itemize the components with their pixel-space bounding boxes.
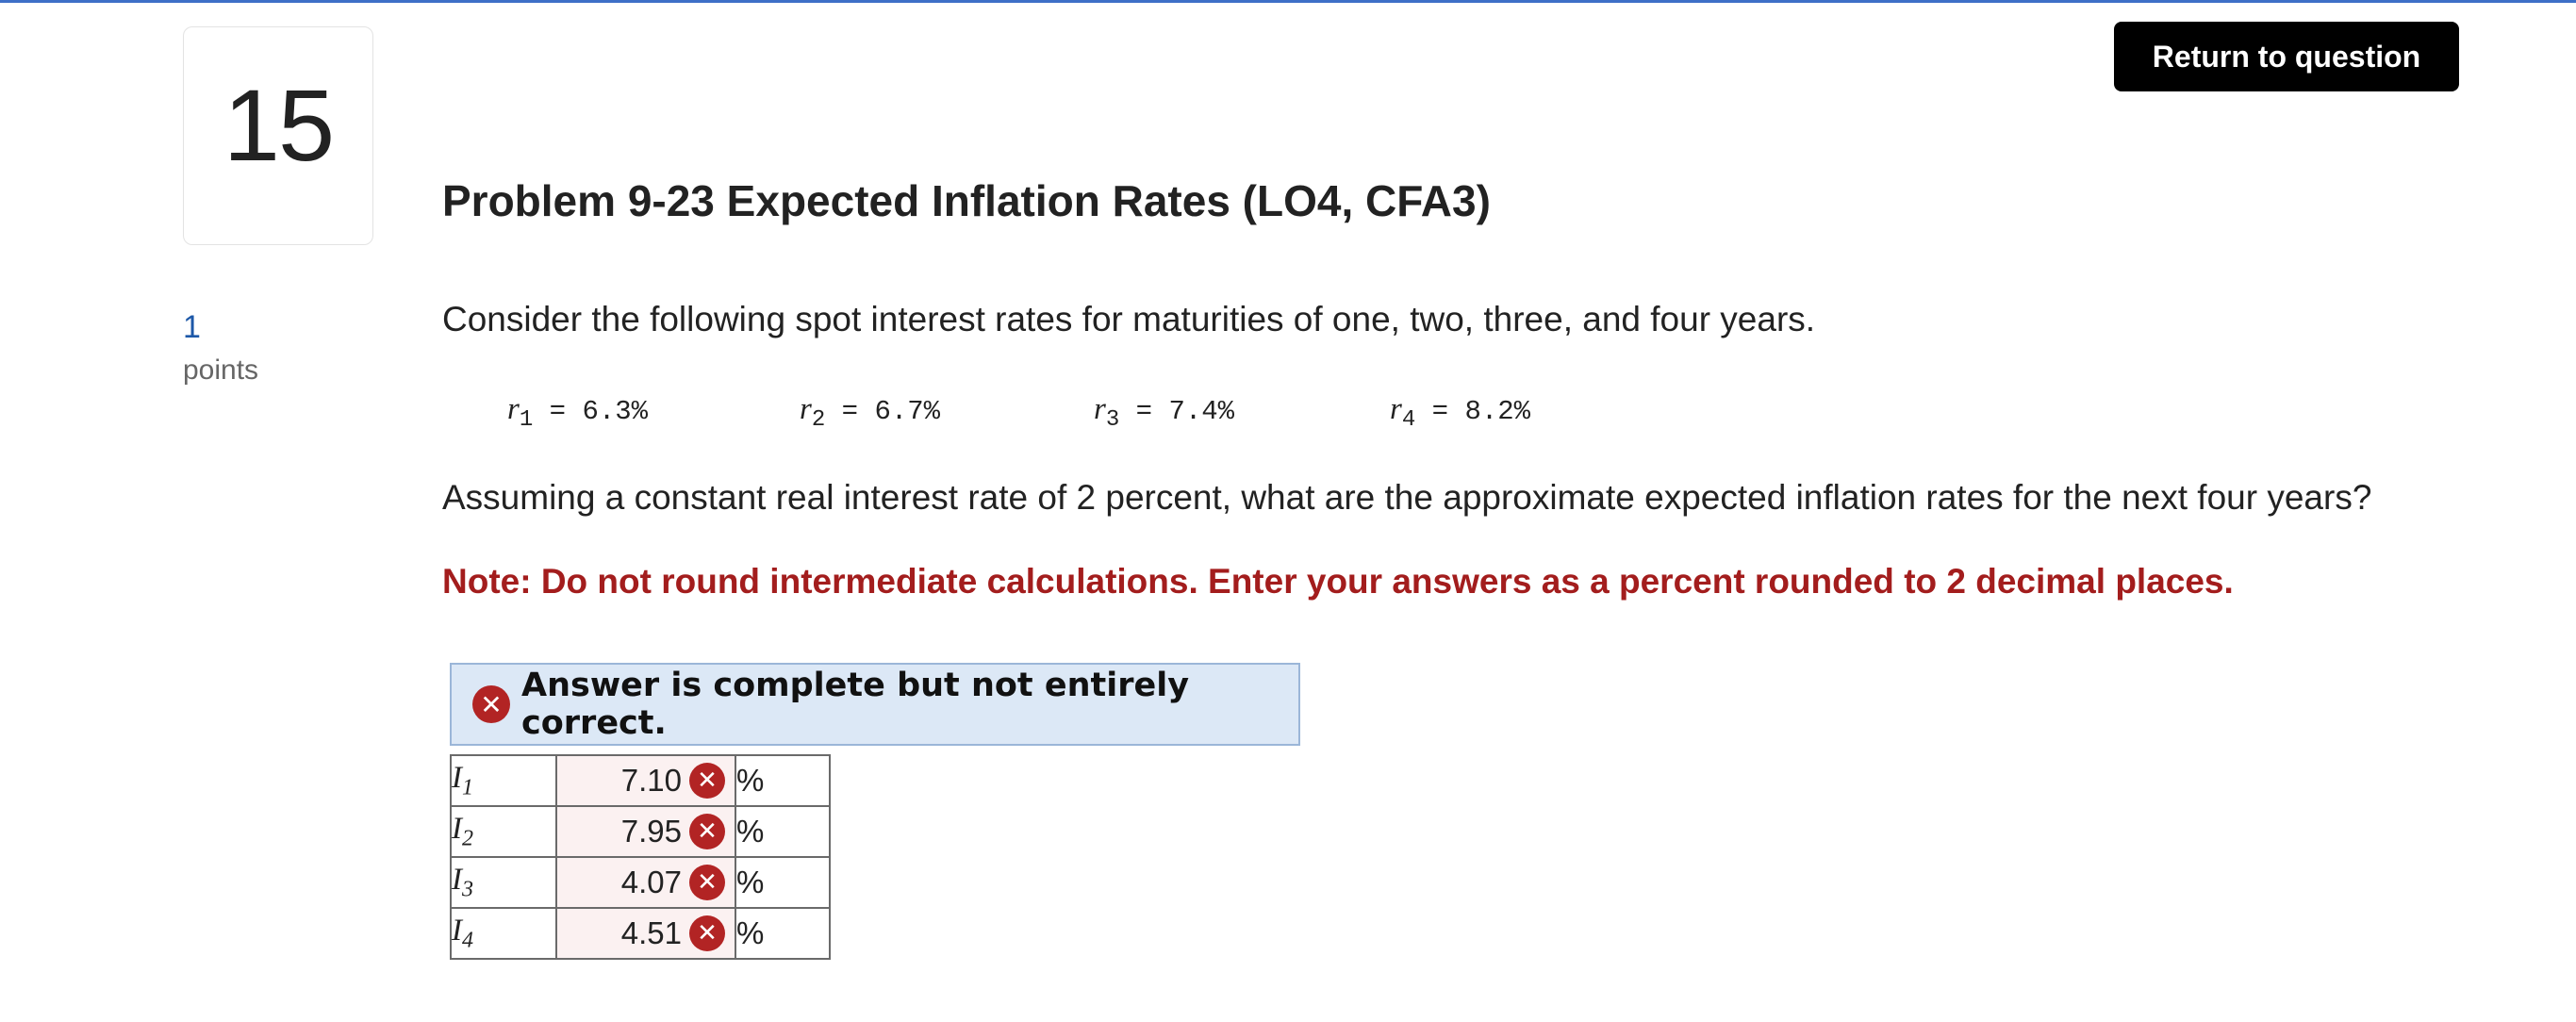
answer-label: I3 <box>450 856 557 909</box>
answer-label: I4 <box>450 907 557 960</box>
answer-label-letter: I <box>452 760 462 795</box>
answer-label-letter: I <box>452 913 462 948</box>
top-accent-rule <box>0 0 2576 3</box>
answer-label-subscript: 4 <box>462 928 473 953</box>
answer-label-subscript: 1 <box>462 775 473 800</box>
incorrect-x-icon: ✕ <box>689 763 725 799</box>
rate-subscript: 3 <box>1105 406 1120 433</box>
rate-value: = 7.4% <box>1119 396 1235 427</box>
answer-value: 7.95 <box>620 814 682 849</box>
answer-input-i3[interactable]: 4.07 ✕ <box>555 856 736 909</box>
rate-r3: r3 = 7.4% <box>1094 392 1234 433</box>
rate-r1: r1 = 6.3% <box>507 392 648 433</box>
answer-value: 4.51 <box>620 915 682 950</box>
incorrect-x-icon: ✕ <box>689 915 725 951</box>
answer-input-i2[interactable]: 7.95 ✕ <box>555 805 736 858</box>
rate-value: = 8.2% <box>1415 396 1531 427</box>
rounding-note: Note: Do not round intermediate calculat… <box>442 562 2234 601</box>
answer-unit: % <box>735 856 831 909</box>
answer-label-letter: I <box>452 811 462 846</box>
answer-value: 4.07 <box>620 865 682 899</box>
answer-label-letter: I <box>452 862 462 897</box>
question-number: 15 <box>223 67 335 182</box>
answer-input-i4[interactable]: 4.51 ✕ <box>555 907 736 960</box>
rate-subscript: 2 <box>811 406 826 433</box>
answer-label-subscript: 2 <box>462 826 473 851</box>
table-row: I3 4.07 ✕ % <box>450 856 831 909</box>
rate-r2: r2 = 6.7% <box>800 392 940 433</box>
return-to-question-button[interactable]: Return to question <box>2114 22 2459 91</box>
answer-unit: % <box>735 805 831 858</box>
answer-input-i1[interactable]: 7.10 ✕ <box>555 754 736 807</box>
rate-variable: r <box>1390 392 1402 426</box>
answer-value: 7.10 <box>620 763 682 798</box>
rate-subscript: 1 <box>519 406 534 433</box>
answer-table: I1 7.10 ✕ % I2 7.95 ✕ % I3 4.07 ✕ % I4 4.51… <box>450 754 831 960</box>
rate-subscript: 4 <box>1401 406 1416 433</box>
table-row: I2 7.95 ✕ % <box>450 805 831 858</box>
rate-variable: r <box>800 392 812 426</box>
incorrect-x-icon: ✕ <box>689 865 725 900</box>
answer-status-text: Answer is complete but not entirely corr… <box>521 667 1190 742</box>
answer-unit: % <box>735 754 831 807</box>
points-label: points <box>183 354 259 386</box>
question-intro: Consider the following spot interest rat… <box>442 300 1816 338</box>
points-value: 1 <box>183 309 201 345</box>
x-circle-icon: ✕ <box>472 685 510 723</box>
question-text: Assuming a constant real interest rate o… <box>442 478 2372 517</box>
answer-unit: % <box>735 907 831 960</box>
table-row: I4 4.51 ✕ % <box>450 907 831 960</box>
rate-variable: r <box>1094 392 1106 426</box>
answer-label-subscript: 3 <box>462 877 473 902</box>
answer-label: I2 <box>450 805 557 858</box>
incorrect-x-icon: ✕ <box>689 814 725 849</box>
table-row: I1 7.10 ✕ % <box>450 754 831 807</box>
answer-label: I1 <box>450 754 557 807</box>
problem-title: Problem 9-23 Expected Inflation Rates (L… <box>442 176 1491 225</box>
answer-status-banner: ✕ Answer is complete but not entirely co… <box>450 663 1300 746</box>
rate-r4: r4 = 8.2% <box>1390 392 1530 433</box>
rate-value: = 6.7% <box>825 396 941 427</box>
rate-variable: r <box>507 392 520 426</box>
rate-value: = 6.3% <box>533 396 649 427</box>
question-number-box: 15 <box>183 26 373 245</box>
